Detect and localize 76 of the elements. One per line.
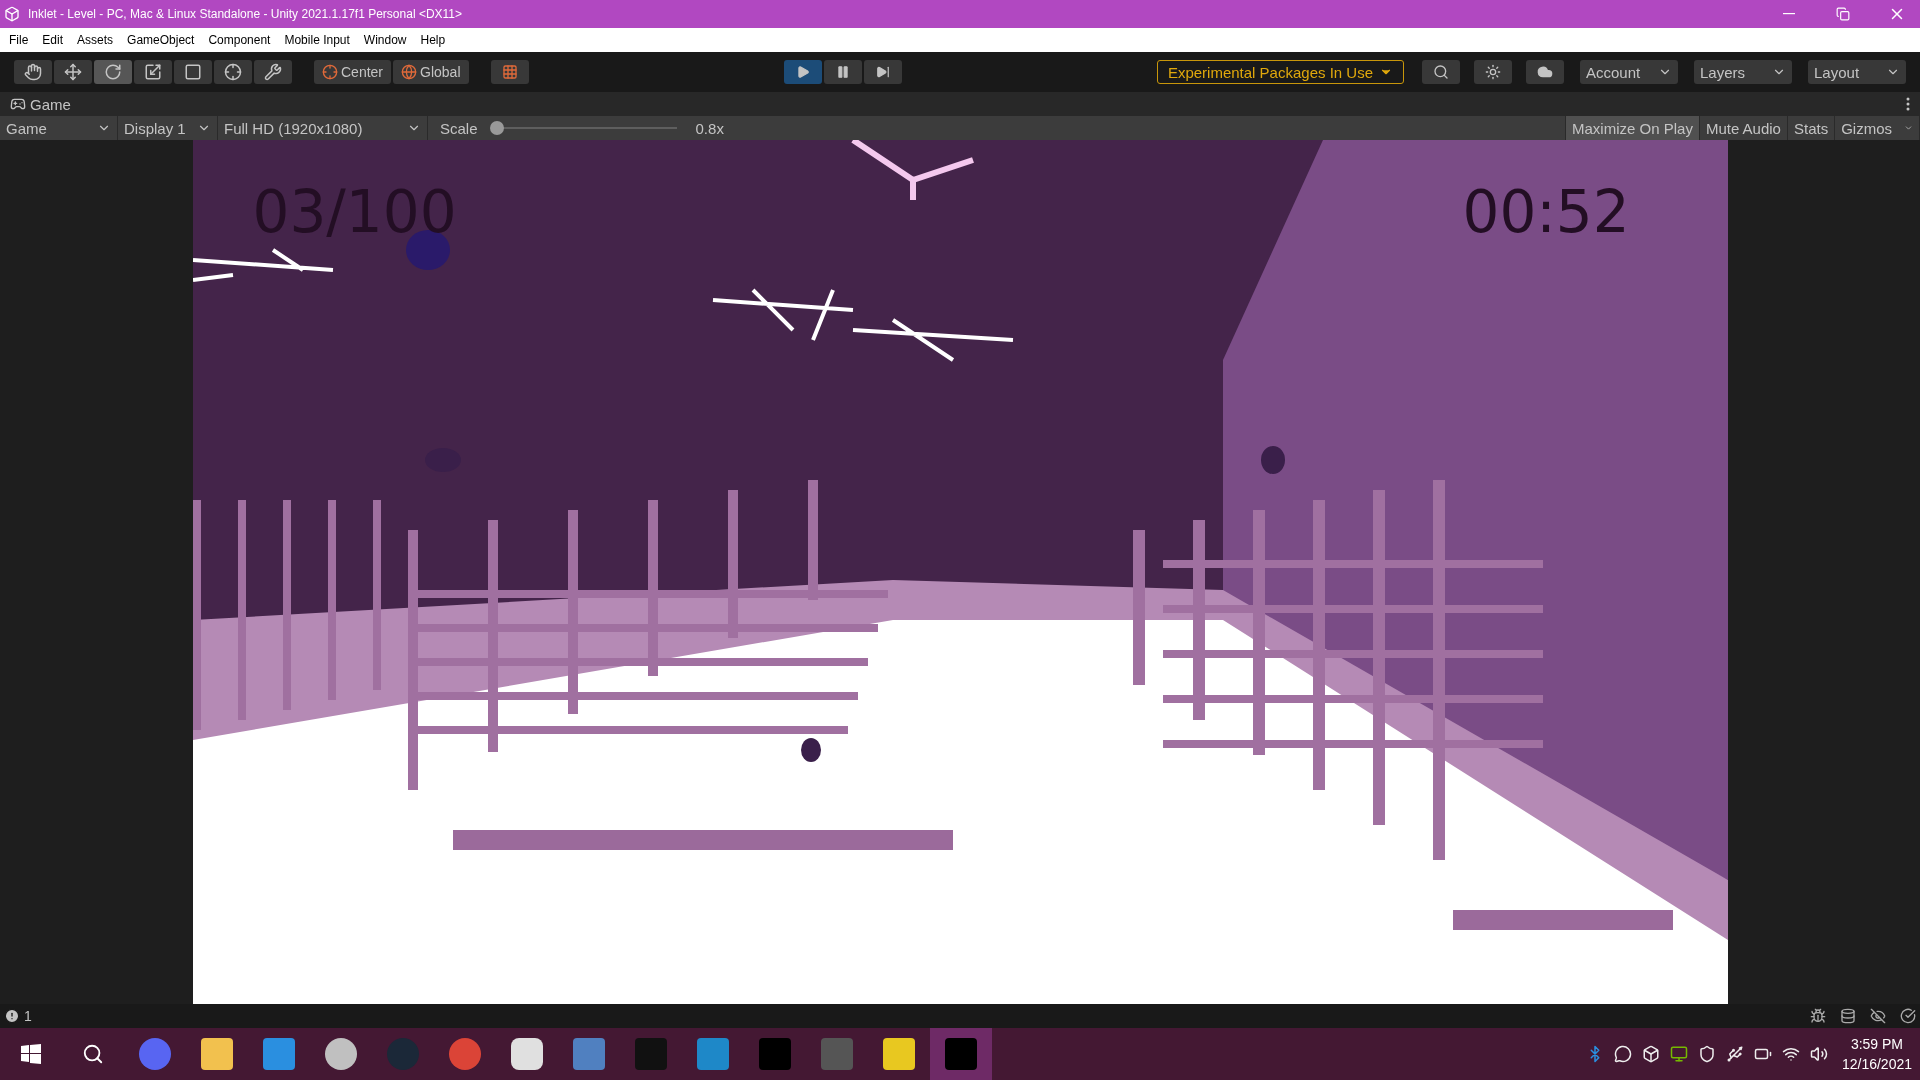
cube-icon	[1641, 1045, 1660, 1063]
timer: 00:52	[1462, 178, 1630, 246]
crosshair-icon	[322, 64, 338, 80]
check-icon	[1900, 1008, 1916, 1024]
clock-date: 12/16/2021	[1841, 1055, 1912, 1074]
windows-logo-icon	[21, 1044, 41, 1064]
tool-button[interactable]	[14, 60, 52, 84]
step-icon	[875, 65, 890, 79]
move-icon	[64, 63, 82, 81]
message-count: 1	[24, 1008, 32, 1024]
menu-item[interactable]: File	[2, 33, 36, 47]
menu-item[interactable]: Help	[413, 33, 453, 47]
scale-icon	[144, 63, 162, 81]
pause-icon	[835, 65, 850, 79]
pivot-button[interactable]: Global	[393, 60, 469, 84]
tool-button[interactable]	[94, 60, 132, 84]
restore-icon	[1836, 7, 1850, 21]
sun-button[interactable]	[1474, 60, 1512, 84]
play-button[interactable]	[783, 60, 822, 84]
menu-item[interactable]: Component	[201, 33, 278, 47]
grid-icon	[501, 64, 518, 80]
app-logo-icon	[4, 6, 20, 22]
minimize-icon	[1783, 13, 1795, 15]
tool-button[interactable]	[54, 60, 92, 84]
cloud-icon	[1537, 64, 1553, 80]
database-icon	[1840, 1008, 1856, 1024]
scale-reading: 0.8x	[695, 119, 724, 137]
toggle-button[interactable]: Maximize On Play	[1565, 116, 1699, 140]
bug-icon	[1810, 1008, 1826, 1024]
menu-item[interactable]: Mobile Input	[277, 33, 357, 47]
grid-snap-button[interactable]	[490, 60, 529, 84]
clock-time: 3:59 PM	[1850, 1035, 1904, 1054]
usb-icon	[1725, 1045, 1744, 1063]
toolbar-dropdown[interactable]: Layout	[1808, 60, 1906, 84]
hand-icon	[24, 63, 42, 81]
pause-button[interactable]	[823, 60, 862, 84]
slider-thumb[interactable]	[489, 121, 504, 135]
eye-off-icon	[1870, 1008, 1886, 1024]
sun-icon	[1485, 64, 1501, 80]
game-tab[interactable]: Game	[10, 95, 71, 113]
monitor-icon	[1669, 1045, 1688, 1063]
speaker-icon	[1809, 1045, 1828, 1063]
tool-button[interactable]	[174, 60, 212, 84]
wifi-icon	[1781, 1045, 1800, 1063]
experimental-packages-button[interactable]: Experimental Packages In Use	[1156, 60, 1404, 84]
more-icon[interactable]	[1906, 97, 1910, 111]
crosshair-icon	[224, 63, 242, 81]
step-button[interactable]	[863, 60, 902, 84]
score-counter: 03/100	[252, 178, 457, 246]
menu-item[interactable]: Edit	[35, 33, 71, 47]
search-icon	[82, 1043, 104, 1065]
cloud-button[interactable]	[1526, 60, 1564, 84]
globe-icon	[401, 64, 418, 80]
app-tile-icon	[883, 1038, 915, 1070]
tools-icon	[264, 63, 282, 81]
pivot-button[interactable]: Center	[314, 60, 392, 84]
toolbar-dropdown[interactable]: Account	[1580, 60, 1678, 84]
rotate-icon	[104, 63, 122, 81]
tool-button[interactable]	[214, 60, 252, 84]
scale-label: Scale	[440, 119, 478, 137]
clock[interactable]: 3:59 PM 12/16/2021	[1841, 1034, 1912, 1074]
toolbar-dropdown[interactable]: Layers	[1694, 60, 1792, 84]
gamepad-icon	[10, 96, 26, 112]
search-button[interactable]	[1422, 60, 1460, 84]
window-title: Inklet - Level - PC, Mac & Linux Standalone - Unity 2021.1.17f1 Personal <DX11>	[28, 7, 464, 21]
shield-icon	[1697, 1045, 1716, 1063]
menu-item[interactable]: Assets	[70, 33, 121, 47]
alert-icon	[4, 1008, 20, 1024]
tool-button[interactable]	[254, 60, 292, 84]
search-icon	[1433, 64, 1449, 80]
tool-button[interactable]	[134, 60, 172, 84]
chat-icon	[1613, 1045, 1632, 1063]
rect-icon	[184, 63, 202, 81]
menu-item[interactable]: GameObject	[120, 33, 202, 47]
menu-item[interactable]: Window	[356, 33, 414, 47]
play-icon	[795, 65, 810, 79]
